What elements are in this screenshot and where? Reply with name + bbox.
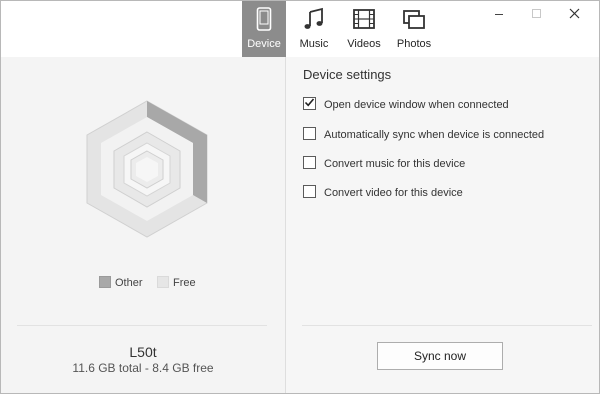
option-label: Convert video for this device	[324, 187, 463, 199]
checkmark-icon	[304, 98, 315, 107]
legend-label: Free	[173, 277, 196, 289]
option-convert-music[interactable]: Convert music for this device	[303, 156, 465, 170]
divider	[17, 325, 267, 326]
legend-swatch-other	[99, 276, 111, 288]
tab-videos[interactable]: Videos	[342, 1, 386, 57]
checkbox[interactable]	[303, 127, 316, 140]
minimize-button[interactable]	[487, 5, 511, 23]
music-note-icon	[292, 7, 336, 31]
device-storage-info: 11.6 GB total - 8.4 GB free	[72, 361, 214, 375]
option-open-device-window[interactable]: Open device window when connected	[303, 97, 509, 111]
legend-free: Free	[157, 276, 196, 290]
option-label: Automatically sync when device is connec…	[324, 129, 545, 141]
top-navigation-bar: Device Music Videos Photos	[1, 1, 599, 57]
divider	[302, 325, 592, 326]
checkbox[interactable]	[303, 97, 316, 110]
settings-title: Device settings	[303, 67, 392, 82]
option-auto-sync[interactable]: Automatically sync when device is connec…	[303, 127, 544, 141]
device-window: Device Music Videos Photos Other Free L5…	[0, 0, 600, 394]
device-name: L50t	[129, 344, 157, 360]
tab-photos[interactable]: Photos	[392, 1, 436, 57]
tab-music[interactable]: Music	[292, 1, 336, 57]
film-strip-icon	[342, 7, 386, 31]
maximize-button[interactable]	[524, 5, 548, 23]
minimize-icon	[495, 14, 503, 15]
checkbox[interactable]	[303, 156, 316, 169]
phone-icon	[242, 7, 286, 31]
tab-device[interactable]: Device	[242, 1, 286, 57]
photos-icon	[392, 7, 436, 31]
close-button[interactable]	[562, 5, 586, 23]
legend-other: Other	[99, 276, 143, 290]
sync-now-button[interactable]: Sync now	[377, 342, 503, 370]
device-settings-pane: Device settings Open device window when …	[286, 57, 599, 393]
close-icon	[569, 8, 580, 19]
legend-swatch-free	[157, 276, 169, 288]
checkbox[interactable]	[303, 185, 316, 198]
maximize-icon	[532, 9, 541, 18]
legend-label: Other	[115, 277, 143, 289]
storage-hexagon-chart	[84, 99, 210, 239]
option-convert-video[interactable]: Convert video for this device	[303, 185, 463, 199]
tab-label: Photos	[396, 38, 432, 50]
device-summary-pane: Other Free L50t 11.6 GB total - 8.4 GB f…	[1, 57, 286, 393]
option-label: Convert music for this device	[324, 158, 466, 170]
option-label: Open device window when connected	[324, 99, 509, 111]
